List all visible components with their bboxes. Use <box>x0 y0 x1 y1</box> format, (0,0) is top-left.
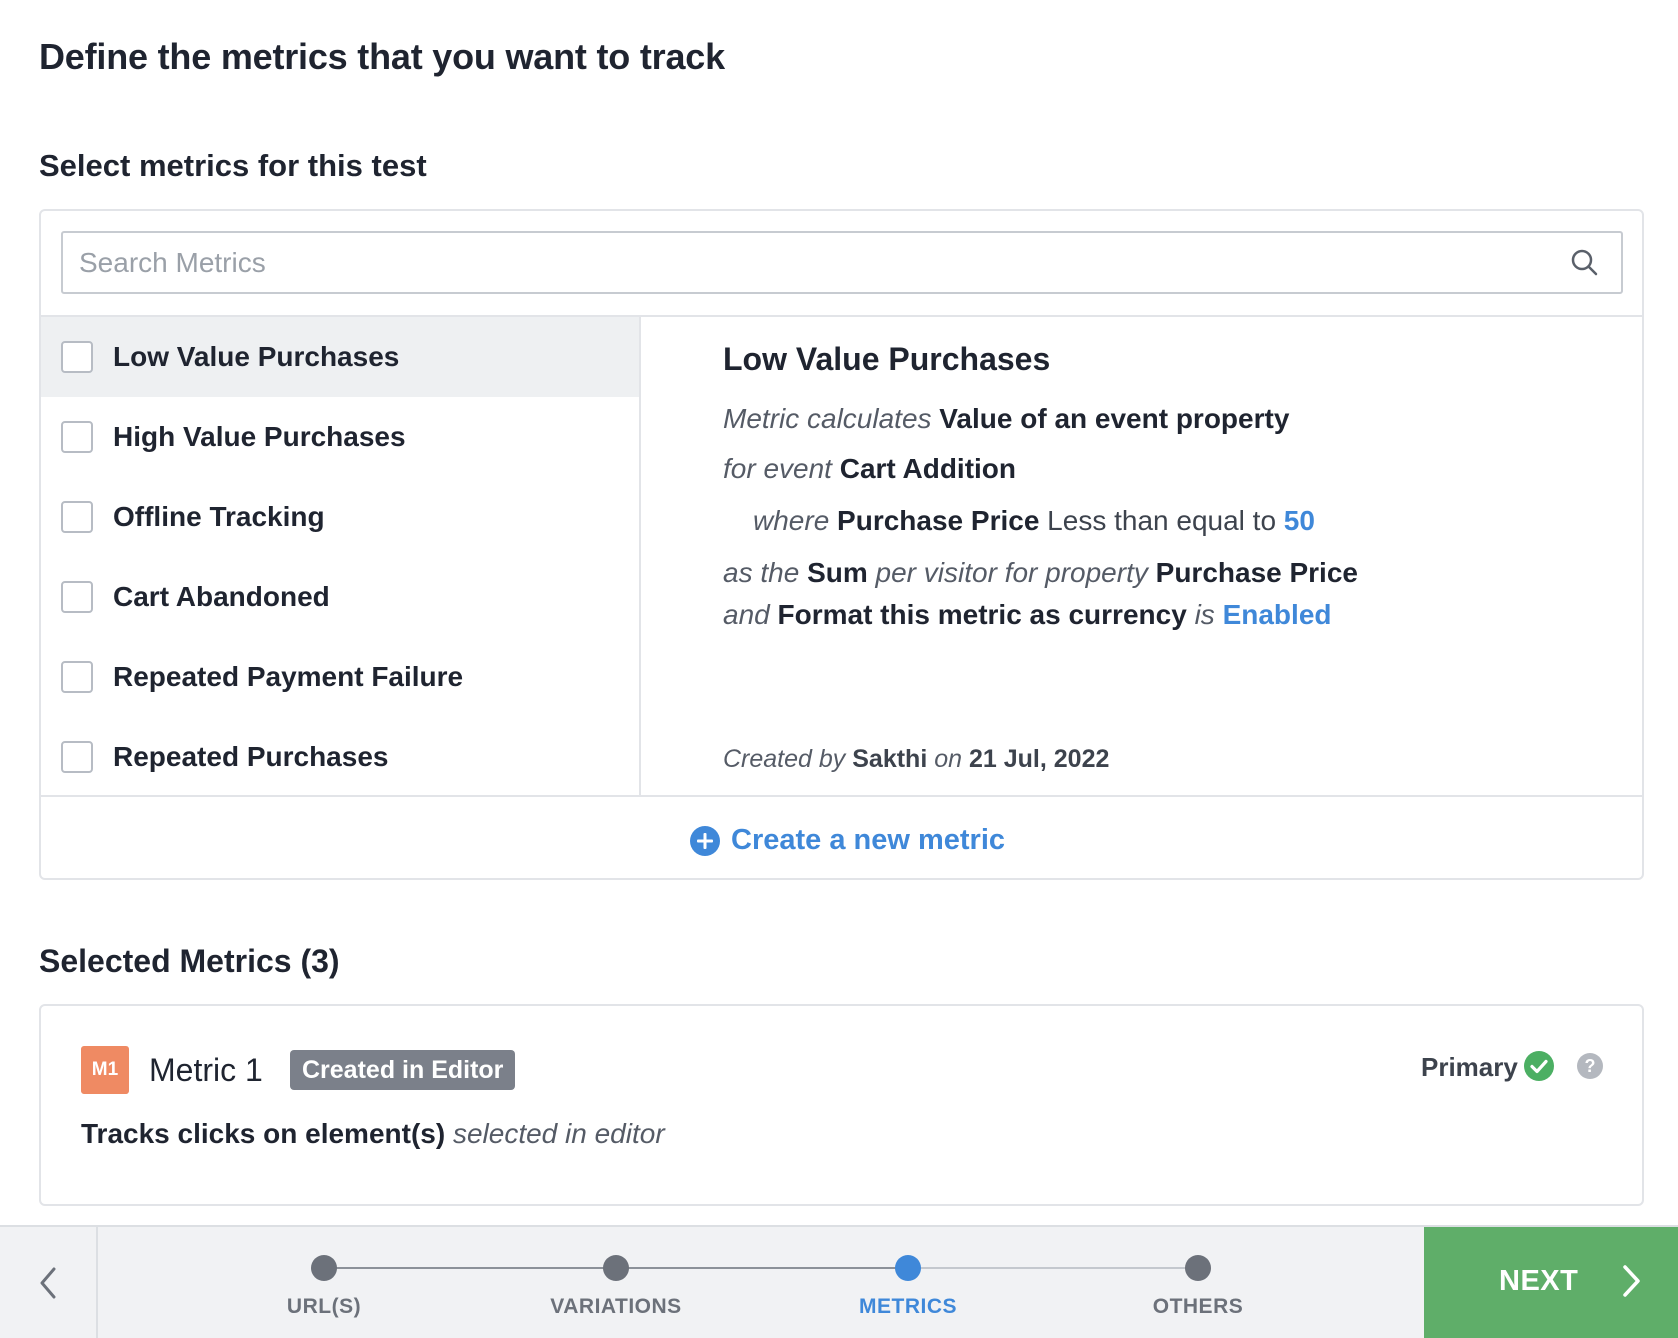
detail-text: for event <box>723 453 832 484</box>
metric-item-offline-tracking[interactable]: Offline Tracking <box>41 477 639 557</box>
step-dot <box>311 1255 337 1281</box>
help-icon[interactable]: ? <box>1576 1052 1604 1080</box>
create-new-metric-link[interactable]: Create a new metric <box>689 824 1005 857</box>
detail-value: Value of an event property <box>939 403 1290 434</box>
metrics-card-body: Low Value Purchases High Value Purchases… <box>41 315 1642 797</box>
selected-metric-name: Metric 1 <box>149 1052 263 1088</box>
metric-detail-panel: Low Value Purchases Metric calculates Va… <box>683 317 1633 795</box>
metric-item-label: Low Value Purchases <box>113 341 400 372</box>
step-label: METRICS <box>859 1295 957 1318</box>
metric-list: Low Value Purchases High Value Purchases… <box>41 317 641 795</box>
detail-text: per visitor for property <box>875 557 1148 588</box>
step-dot <box>1185 1255 1211 1281</box>
step-label: OTHERS <box>1152 1295 1244 1318</box>
step-others[interactable]: OTHERS <box>1098 1227 1298 1338</box>
selected-metric-card: M1 Metric 1 Created in Editor Primary ? … <box>39 1004 1644 1206</box>
chevron-left-icon <box>40 1267 56 1298</box>
detail-text: is <box>1194 599 1215 630</box>
detail-text: as the <box>723 557 800 588</box>
search-icon[interactable] <box>1569 247 1599 277</box>
create-new-metric-label: Create a new metric <box>731 824 1006 856</box>
metric-item-label: Cart Abandoned <box>113 581 330 612</box>
detail-line-condition: where Purchase Price Less than equal to … <box>753 505 1315 537</box>
description-text: selected in editor <box>452 1118 665 1149</box>
detail-value: Sum <box>807 557 868 588</box>
check-circle-icon[interactable] <box>1523 1050 1555 1082</box>
step-urls[interactable]: URL(S) <box>224 1227 424 1338</box>
metric-created-date: 21 Jul, 2022 <box>969 745 1110 773</box>
back-button[interactable] <box>0 1227 98 1338</box>
metric-item-cart-abandoned[interactable]: Cart Abandoned <box>41 557 639 637</box>
detail-value: Cart Addition <box>839 453 1017 484</box>
detail-line-format: and Format this metric as currency is En… <box>723 599 1332 631</box>
metric-checkbox[interactable] <box>61 341 93 373</box>
step-dot <box>603 1255 629 1281</box>
detail-status: Enabled <box>1222 599 1332 630</box>
step-label: VARIATIONS <box>550 1295 682 1318</box>
search-box <box>61 231 1623 294</box>
metric-checkbox[interactable] <box>61 741 93 773</box>
detail-text: Metric calculates <box>723 403 932 434</box>
description-text: Tracks clicks on element(s) <box>81 1118 446 1149</box>
metric-checkbox[interactable] <box>61 421 93 453</box>
chevron-right-icon <box>1623 1265 1640 1297</box>
metric-author: Sakthi <box>852 745 928 773</box>
metric-checkbox[interactable] <box>61 661 93 693</box>
detail-line-event: for event Cart Addition <box>723 453 1016 485</box>
search-input[interactable] <box>79 233 1539 292</box>
metric-item-repeated-payment-failure[interactable]: Repeated Payment Failure <box>41 637 639 717</box>
detail-value: Purchase Price <box>837 505 1040 536</box>
metric-item-repeated-purchases[interactable]: Repeated Purchases <box>41 717 639 797</box>
metric-detail-title: Low Value Purchases <box>723 341 1051 377</box>
wizard-footer: URL(S) VARIATIONS METRICS OTHERS NEXT <box>0 1225 1678 1338</box>
section-title: Select metrics for this test <box>39 148 427 183</box>
metric-item-label: High Value Purchases <box>113 421 406 452</box>
metric-item-high-value-purchases[interactable]: High Value Purchases <box>41 397 639 477</box>
metrics-selector-card: Low Value Purchases High Value Purchases… <box>39 209 1644 880</box>
page-title: Define the metrics that you want to trac… <box>39 36 725 77</box>
step-label: URL(S) <box>286 1295 362 1318</box>
detail-text: and <box>723 599 770 630</box>
selected-metric-description: Tracks clicks on element(s) selected in … <box>81 1118 665 1150</box>
detail-operator: Less than equal to <box>1047 505 1277 536</box>
step-metrics[interactable]: METRICS <box>808 1227 1008 1338</box>
detail-threshold: 50 <box>1283 505 1315 536</box>
plus-circle-icon <box>690 825 720 856</box>
step-dot-active <box>895 1255 921 1281</box>
detail-value: Purchase Price <box>1155 557 1358 588</box>
step-variations[interactable]: VARIATIONS <box>516 1227 716 1338</box>
metric-item-label: Offline Tracking <box>113 501 325 532</box>
svg-text:?: ? <box>1585 1056 1596 1076</box>
selected-metrics-title: Selected Metrics (3) <box>39 943 340 979</box>
detail-line-aggregation: as the Sum per visitor for property Purc… <box>723 557 1358 589</box>
detail-text: where <box>753 505 830 536</box>
created-in-editor-tag: Created in Editor <box>290 1050 516 1090</box>
metric-badge: M1 <box>81 1046 129 1094</box>
detail-line-calculation: Metric calculates Value of an event prop… <box>723 403 1289 435</box>
metric-created-info: Created by Sakthi on 21 Jul, 2022 <box>723 745 1109 774</box>
footer-text: on <box>934 745 963 773</box>
metric-item-label: Repeated Purchases <box>113 741 389 772</box>
footer-text: Created by <box>723 745 846 773</box>
metric-item-label: Repeated Payment Failure <box>113 661 464 692</box>
detail-value: Format this metric as currency <box>777 599 1187 630</box>
metric-checkbox[interactable] <box>61 581 93 613</box>
metric-item-low-value-purchases[interactable]: Low Value Purchases <box>41 317 639 397</box>
next-button[interactable]: NEXT <box>1424 1227 1678 1338</box>
metric-checkbox[interactable] <box>61 501 93 533</box>
primary-label: Primary <box>1421 1052 1518 1082</box>
next-label: NEXT <box>1499 1265 1579 1297</box>
